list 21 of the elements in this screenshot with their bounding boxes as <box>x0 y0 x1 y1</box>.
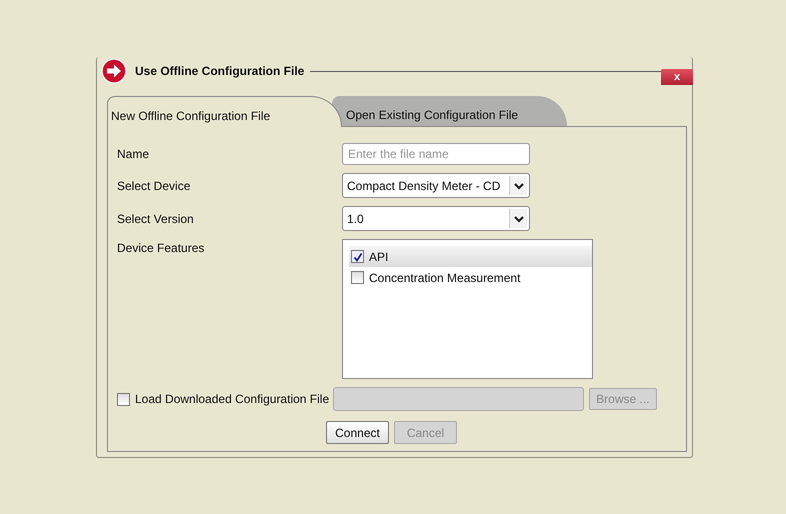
chevron-down-icon <box>514 214 524 222</box>
feature-label: Concentration Measurement <box>369 270 520 284</box>
field-label: Name <box>117 147 150 161</box>
version-dropdown[interactable]: 1.0 <box>342 206 530 231</box>
device-dropdown[interactable]: Compact Density Meter - CD <box>342 173 530 198</box>
tab[interactable]: Open Existing Configuration File <box>332 96 567 126</box>
feature-item[interactable]: API <box>349 246 592 267</box>
feature-label: API <box>369 250 388 264</box>
field-label: Device Features <box>117 241 206 255</box>
name-field[interactable]: Enter the file name <box>342 143 530 165</box>
chevron-down-icon <box>514 182 524 190</box>
tab[interactable]: New Offline Configuration File <box>107 96 342 127</box>
window-title: Use Offline Configuration File <box>135 64 304 78</box>
checkbox[interactable] <box>351 271 364 284</box>
checkbox-label: Load Downloaded Configuration File <box>135 392 330 406</box>
dialog-button[interactable]: Connect <box>326 421 389 444</box>
close-button[interactable]: x <box>661 69 693 85</box>
checkbox[interactable] <box>351 250 364 263</box>
feature-item[interactable]: Concentration Measurement <box>349 267 592 288</box>
field-label: Select Version <box>117 212 195 226</box>
field-label: Select Device <box>117 178 192 192</box>
